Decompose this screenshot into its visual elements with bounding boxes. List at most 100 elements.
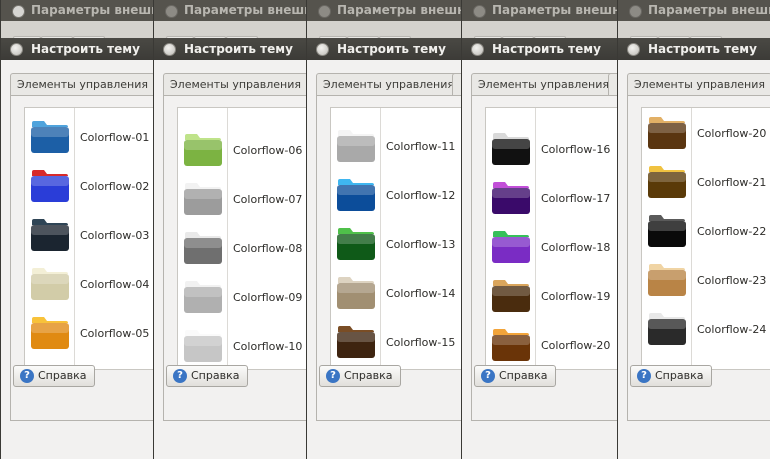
theme-list-item[interactable]: Colorflow-18: [486, 223, 617, 272]
theme-label: Colorflow-01: [80, 131, 150, 144]
theme-list-item[interactable]: Colorflow-13: [331, 220, 461, 269]
theme-list-item[interactable]: Colorflow-20: [642, 109, 770, 158]
theme-list-item[interactable]: Colorflow-03: [25, 211, 153, 260]
beige-folder-icon: [337, 277, 375, 309]
dialog-title-bar: Настроить тему: [154, 38, 306, 60]
theme-list-item[interactable]: Colorflow-05: [25, 309, 153, 358]
theme-list-item[interactable]: Colorflow-08: [178, 224, 306, 273]
white-pattern-folder-icon: [337, 130, 375, 162]
theme-list-item[interactable]: Colorflow-04: [25, 260, 153, 309]
theme-list-item[interactable]: Colorflow-11: [331, 122, 461, 171]
theme-label: Colorflow-20: [541, 339, 611, 352]
help-button-label: Справка: [499, 369, 548, 382]
help-button[interactable]: ? Справка: [319, 365, 402, 387]
striped-folder-icon: [184, 281, 222, 313]
cheetah-folder-icon: [648, 166, 686, 198]
theme-label: Colorflow-16: [541, 143, 611, 156]
theme-list-item[interactable]: Colorflow-12: [331, 171, 461, 220]
theme-label: Colorflow-07: [233, 193, 303, 206]
dialog-title: Настроить тему: [492, 42, 601, 56]
tab-controls[interactable]: Элементы управления: [10, 73, 153, 95]
theme-list-item[interactable]: Colorflow-24: [642, 305, 770, 354]
theme-list[interactable]: Colorflow-11 Colorflow-12 Colorflow-13 C…: [330, 107, 461, 370]
dialog-title: Настроить тему: [31, 42, 140, 56]
tab-controls[interactable]: Элементы управления: [627, 73, 770, 95]
tab-controls[interactable]: Элементы управления: [163, 73, 306, 95]
theme-list-item[interactable]: Colorflow-21: [642, 158, 770, 207]
theme-label: Colorflow-20: [697, 127, 767, 140]
help-button-label: Справка: [38, 369, 87, 382]
background-window-title-bar: Параметры внешнего вида: [307, 0, 461, 21]
theme-label: Colorflow-14: [386, 287, 456, 300]
theme-label: Colorflow-22: [697, 225, 767, 238]
background-window-title: Параметры внешнего вида: [648, 3, 770, 17]
theme-label: Colorflow-10: [233, 340, 303, 353]
theme-label: Colorflow-02: [80, 180, 150, 193]
theme-list-item[interactable]: Colorflow-06: [178, 126, 306, 175]
theme-list-item[interactable]: Colorflow-02: [25, 162, 153, 211]
help-button[interactable]: ? Справка: [630, 365, 713, 387]
theme-label: Colorflow-12: [386, 189, 456, 202]
close-icon[interactable]: [318, 5, 331, 18]
help-button[interactable]: ? Справка: [166, 365, 249, 387]
orange-flower-folder-icon: [31, 317, 69, 349]
close-icon[interactable]: [627, 43, 640, 56]
dialog-body: Элементы управления Colorflow-01 Colorfl…: [1, 60, 153, 459]
dialog-title: Настроить тему: [184, 42, 293, 56]
help-button[interactable]: ? Справка: [13, 365, 96, 387]
brown-monogram-folder-icon: [337, 326, 375, 358]
close-icon[interactable]: [10, 43, 23, 56]
dark-floral-folder-icon: [31, 219, 69, 251]
theme-list-item[interactable]: Colorflow-16: [486, 125, 617, 174]
leopard-folder-icon: [648, 117, 686, 149]
theme-list[interactable]: Colorflow-20 Colorflow-21 Colorflow-22 C…: [641, 107, 770, 370]
help-button-label: Справка: [655, 369, 704, 382]
purple-folder-icon: [492, 182, 530, 214]
theme-label: Colorflow-03: [80, 229, 150, 242]
theme-list-item[interactable]: Colorflow-14: [331, 269, 461, 318]
help-button[interactable]: ? Справка: [474, 365, 557, 387]
cream-floral-folder-icon: [31, 268, 69, 300]
theme-list-item[interactable]: Colorflow-01: [25, 113, 153, 162]
background-window-title: Параметры внешнего вида: [184, 3, 306, 17]
theme-list-item[interactable]: Colorflow-20: [486, 321, 617, 369]
help-icon: ?: [481, 369, 495, 383]
dialog-title: Настроить тему: [337, 42, 446, 56]
theme-label: Colorflow-21: [697, 176, 767, 189]
theme-label: Colorflow-04: [80, 278, 150, 291]
close-icon[interactable]: [165, 5, 178, 18]
theme-list-item[interactable]: Colorflow-10: [178, 322, 306, 369]
close-icon[interactable]: [629, 5, 642, 18]
close-icon[interactable]: [163, 43, 176, 56]
close-icon[interactable]: [473, 5, 486, 18]
theme-list-item[interactable]: Colorflow-23: [642, 256, 770, 305]
background-window-title-bar: Параметры внешнего вида: [154, 0, 306, 21]
theme-list[interactable]: Colorflow-06 Colorflow-07 Colorflow-08 C…: [177, 107, 306, 370]
zebra-folder-icon: [648, 313, 686, 345]
green-folder-icon: [184, 134, 222, 166]
tab-controls[interactable]: Элементы управления: [316, 73, 461, 95]
tab-controls[interactable]: Элементы управления: [471, 73, 616, 95]
close-icon[interactable]: [471, 43, 484, 56]
dialog-title-bar: Настроить тему: [462, 38, 617, 60]
rainbow-folder-icon: [492, 231, 530, 263]
theme-list-item[interactable]: Colorflow-17: [486, 174, 617, 223]
theme-list-item[interactable]: Colorflow-07: [178, 175, 306, 224]
theme-list-item[interactable]: Colorflow-09: [178, 273, 306, 322]
green-wave-folder-icon: [337, 228, 375, 260]
theme-label: Colorflow-06: [233, 144, 303, 157]
theme-list[interactable]: Colorflow-16 Colorflow-17 Colorflow-18 C…: [485, 107, 617, 370]
theme-list-item[interactable]: Colorflow-22: [642, 207, 770, 256]
tab-label: Элементы управления: [170, 78, 301, 91]
theme-list-item[interactable]: Colorflow-15: [331, 318, 461, 367]
theme-list[interactable]: Colorflow-01 Colorflow-02 Colorflow-03 C…: [24, 107, 153, 370]
theme-label: Colorflow-15: [386, 336, 456, 349]
theme-list-item[interactable]: Colorflow-19: [486, 272, 617, 321]
close-icon[interactable]: [12, 5, 25, 18]
background-window-title: Параметры внешнего вида: [337, 3, 461, 17]
theme-label: Colorflow-08: [233, 242, 303, 255]
dialog-body: Элементы управления Colorflow-11 Colorfl…: [307, 60, 461, 459]
theme-window-1: Параметры внешнего вида Настроить тему Э…: [0, 0, 154, 459]
close-icon[interactable]: [316, 43, 329, 56]
dialog-body: Элементы управления Colorflow-16 Colorfl…: [462, 60, 617, 459]
